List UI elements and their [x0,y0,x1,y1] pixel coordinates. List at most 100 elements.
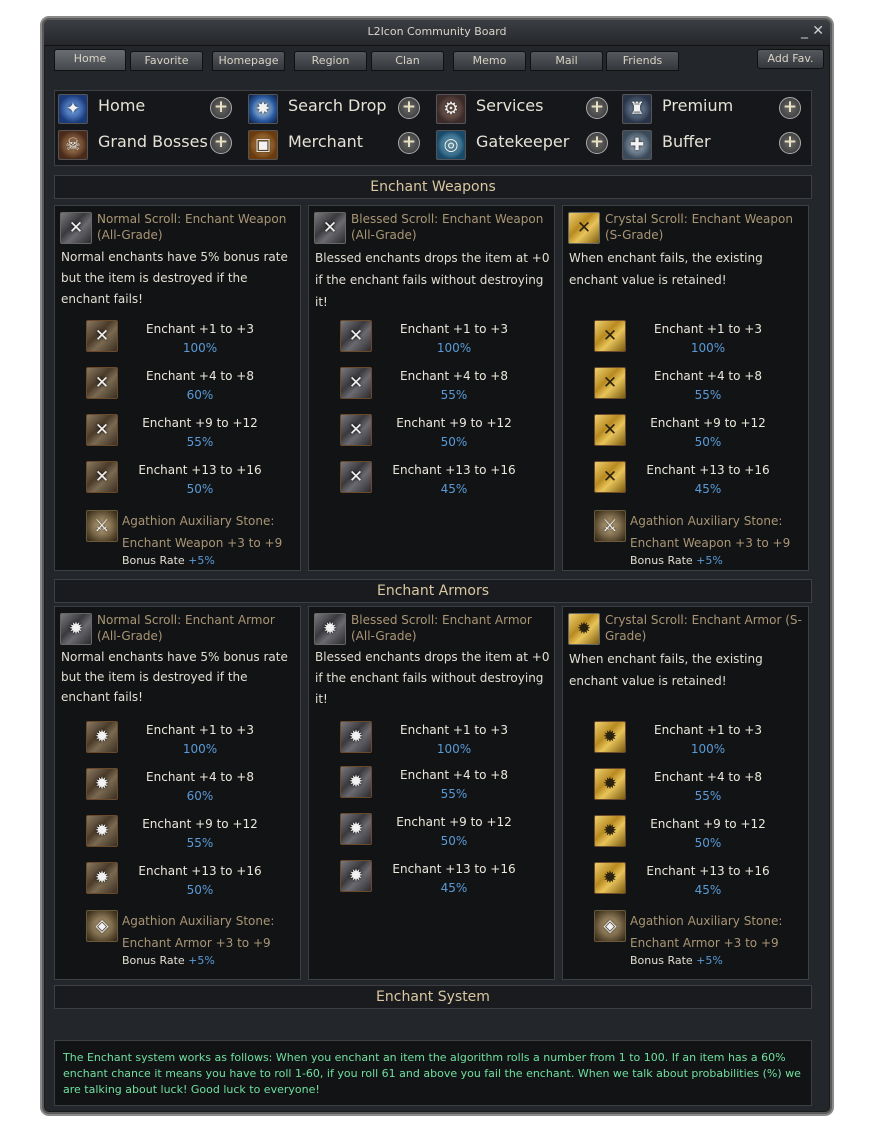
armor-scroll-icon: ✹ [340,860,372,892]
enchant-range: Enchant +9 to +12 [650,817,766,831]
enchant-range: Enchant +9 to +12 [142,817,258,831]
scroll-icon: ✕ [340,414,372,446]
enchant-range: Enchant +4 to +8 [654,770,762,784]
armor-scroll-icon: ✹ [594,768,626,800]
armor-scroll-icon: ✹ [340,721,372,753]
enchant-range: Enchant +1 to +3 [654,723,762,737]
tab-friends[interactable]: Friends [606,51,679,71]
enchant-row: ✕ Enchant +1 to +3 100% [55,320,302,360]
enchant-rate: 100% [182,742,218,756]
enchant-rate: 50% [440,834,468,848]
stone-bonus: Bonus Rate +5% [630,954,723,967]
bonus-value: +5% [188,554,215,567]
card-title: Normal Scroll: Enchant Armor (All-Grade) [97,613,275,643]
armor-scroll-icon: ✹ [594,862,626,894]
enchant-row: ✹ Enchant +1 to +3 100% [563,721,810,761]
minimize-button[interactable]: _ [801,20,808,42]
nav-search-drop-plus-button[interactable]: + [398,97,420,119]
enchant-row: ✕ Enchant +13 to +16 45% [563,461,810,501]
bonus-label: Bonus Rate [630,954,693,967]
enchant-row: ✕ Enchant +9 to +12 55% [55,414,302,454]
enchant-range: Enchant +4 to +8 [400,768,508,782]
agathion-stone: ⚔ Agathion Auxiliary Stone: Enchant Weapo… [563,510,810,570]
merchant-chest-icon: ▣ [248,130,278,160]
agathion-stone-icon: ⚔ [594,510,626,542]
enchant-row: ✹ Enchant +1 to +3 100% [55,721,302,761]
nav-premium[interactable]: ♜ Premium [622,93,802,124]
tab-clan[interactable]: Clan [371,51,444,71]
armor-scroll-icon: ✹ [86,862,118,894]
enchant-range: Enchant +9 to +12 [396,815,512,829]
nav-services-label: Services [476,96,544,115]
enchant-range: Enchant +13 to +16 [138,463,262,477]
scroll-icon: ✕ [86,320,118,352]
scroll-icon: ✕ [594,461,626,493]
title-bar[interactable]: L2Icon Community Board _ ✕ [44,20,830,46]
card-title: Normal Scroll: Enchant Weapon (All-Grade… [97,212,287,242]
enchant-range: Enchant +13 to +16 [646,463,770,477]
tab-home[interactable]: Home [54,49,126,71]
section-title-system: Enchant System [54,985,812,1009]
tab-mail[interactable]: Mail [530,51,603,71]
agathion-stone-icon: ◈ [86,910,118,942]
scroll-icon: ✕ [340,320,372,352]
stone-bonus: Bonus Rate +5% [122,554,215,567]
tab-bar: Home Favorite Homepage Region Clan Memo … [54,49,824,71]
add-fav-button[interactable]: Add Fav. [757,49,824,69]
crystal-scroll-icon: ✕ [568,212,600,244]
tab-region[interactable]: Region [294,51,367,71]
stone-text: Agathion Auxiliary Stone: Enchant Armor … [122,914,275,950]
agathion-stone: ◈ Agathion Auxiliary Stone: Enchant Armor… [563,910,810,970]
nav-gatekeeper-label: Gatekeeper [476,132,570,151]
nav-premium-plus-button[interactable]: + [779,97,801,119]
bonus-label: Bonus Rate [122,554,185,567]
nav-home-label: Home [98,96,146,115]
enchant-range: Enchant +1 to +3 [400,322,508,336]
stone-text: Agathion Auxiliary Stone: Enchant Weapon… [630,514,791,550]
bonus-value: +5% [696,954,723,967]
scroll-icon: ✕ [86,414,118,446]
close-button[interactable]: ✕ [812,20,824,42]
enchant-rate: 55% [440,787,468,801]
enchant-rate: 100% [436,742,472,756]
enchant-system-description: The Enchant system works as follows: Whe… [54,1040,812,1106]
nav-services-plus-button[interactable]: + [586,97,608,119]
nav-buffer[interactable]: ✚ Buffer [622,129,802,160]
tab-memo[interactable]: Memo [453,51,526,71]
enchant-rate: 45% [694,482,722,496]
enchant-rate: 60% [186,388,214,402]
nav-merchant-plus-button[interactable]: + [398,132,420,154]
tab-favorite[interactable]: Favorite [130,51,203,71]
nav-grand-bosses-plus-button[interactable]: + [210,132,232,154]
card-description: Normal enchants have 5% bonus rate but t… [61,250,288,306]
navigation-menu: ✦ Home + ✸ Search Drop + ⚙ Services + ♜ … [54,90,812,166]
enchant-row: ✹ Enchant +4 to +8 55% [309,766,556,806]
home-icon: ✦ [58,94,88,124]
enchant-row: ✹ Enchant +13 to +16 45% [563,862,810,902]
enchant-range: Enchant +1 to +3 [400,723,508,737]
enchant-rate: 45% [440,482,468,496]
search-drop-icon: ✸ [248,94,278,124]
enchant-rate: 55% [186,836,214,850]
nav-buffer-plus-button[interactable]: + [779,132,801,154]
enchant-rate: 100% [436,341,472,355]
scroll-icon: ✕ [340,461,372,493]
section-title-weapons: Enchant Weapons [54,175,812,199]
enchant-range: Enchant +4 to +8 [146,770,254,784]
enchant-rate: 50% [186,482,214,496]
enchant-rate: 50% [694,435,722,449]
card-crystal-armor: ✹ Crystal Scroll: Enchant Armor (S-Grade… [562,606,809,980]
enchant-row: ✹ Enchant +4 to +8 60% [55,768,302,808]
nav-home-plus-button[interactable]: + [210,97,232,119]
nav-grand-bosses-label: Grand Bosses [98,132,208,151]
enchant-row: ✹ Enchant +1 to +3 100% [309,721,556,761]
enchant-row: ✕ Enchant +13 to +16 45% [309,461,556,501]
enchant-range: Enchant +9 to +12 [396,416,512,430]
card-title: Blessed Scroll: Enchant Weapon (All-Grad… [351,212,544,242]
nav-gatekeeper-plus-button[interactable]: + [586,132,608,154]
enchant-rate: 100% [182,341,218,355]
enchant-row: ✹ Enchant +13 to +16 45% [309,860,556,900]
enchant-range: Enchant +9 to +12 [650,416,766,430]
tab-homepage[interactable]: Homepage [212,51,285,71]
card-normal-weapon: ✕ Normal Scroll: Enchant Weapon (All-Gra… [54,205,301,571]
